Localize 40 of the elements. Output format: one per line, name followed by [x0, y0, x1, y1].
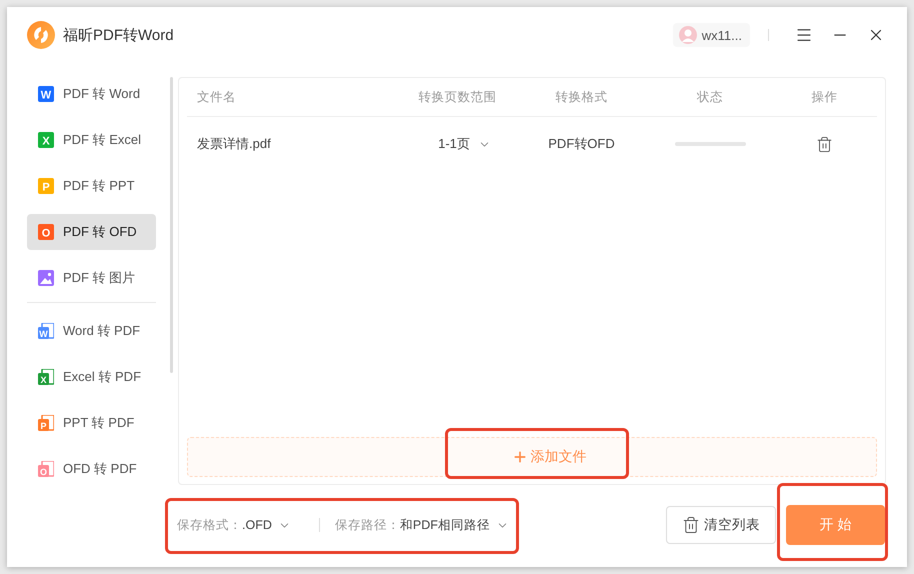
- plus-icon: [512, 449, 528, 465]
- document-icon: P: [38, 415, 54, 431]
- clear-list-button[interactable]: 清空列表: [666, 506, 776, 544]
- save-format-label: 保存格式：: [177, 516, 242, 534]
- window-title: 福昕PDF转Word: [63, 26, 175, 44]
- sidebar-item[interactable]: X Excel 转 PDF: [27, 359, 156, 395]
- column-header: 转换页数范围: [418, 88, 496, 106]
- menu-icon[interactable]: [795, 26, 813, 44]
- save-format-dropdown[interactable]: .OFD: [242, 518, 291, 532]
- file-type-icon: O: [38, 224, 54, 240]
- column-header: 文件名: [196, 88, 236, 106]
- page-range-dropdown[interactable]: 1-1页: [438, 135, 491, 153]
- document-icon: O: [38, 461, 54, 477]
- file-name: 发票详情.pdf: [196, 135, 271, 153]
- save-path-label: 保存路径：: [334, 516, 400, 534]
- file-type-icon: W: [38, 86, 54, 102]
- sidebar-item[interactable]: O OFD 转 PDF: [27, 451, 156, 487]
- delete-icon[interactable]: [816, 136, 833, 152]
- scrollbar[interactable]: [170, 77, 173, 373]
- sidebar-item[interactable]: W Word 转 PDF: [27, 313, 156, 349]
- file-type-icon: P: [38, 178, 54, 194]
- sidebar-item[interactable]: P PDF 转 PPT: [27, 168, 156, 204]
- trash-icon: [682, 516, 700, 534]
- sidebar-item[interactable]: W PDF 转 Word: [27, 76, 156, 112]
- avatar-icon: [678, 26, 697, 44]
- account-chip[interactable]: wx11...: [672, 23, 750, 47]
- sidebar-item[interactable]: O PDF 转 OFD: [27, 214, 156, 250]
- save-path-dropdown[interactable]: 和PDF相同路径: [400, 516, 509, 534]
- sidebar-item[interactable]: P PPT 转 PDF: [27, 405, 156, 441]
- column-header: 操作: [812, 88, 838, 106]
- column-header: 状态: [697, 88, 723, 106]
- sidebar-item[interactable]: PDF 转 图片: [27, 260, 156, 296]
- file-type-icon: X: [38, 132, 54, 148]
- column-header: 转换格式: [556, 88, 608, 106]
- app-logo-icon: [27, 21, 55, 49]
- account-name: wx11...: [702, 28, 742, 42]
- document-icon: W: [38, 323, 54, 339]
- format-cell: PDF转OFD: [548, 135, 615, 153]
- sidebar-item[interactable]: X PDF 转 Excel: [27, 122, 156, 158]
- document-icon: X: [38, 369, 54, 385]
